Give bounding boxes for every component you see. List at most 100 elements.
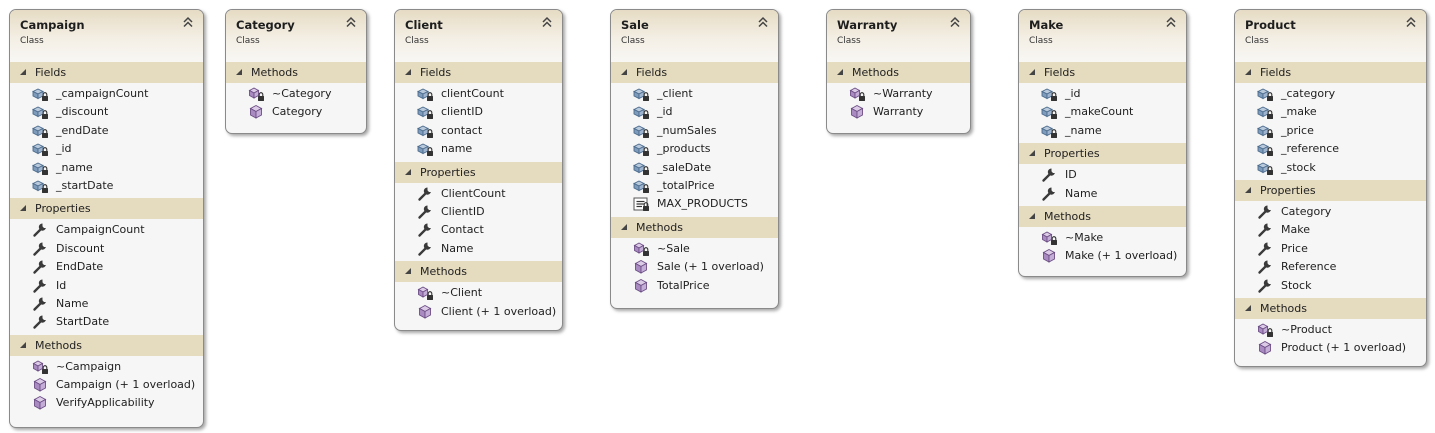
method-item[interactable]: TotalPrice xyxy=(611,277,778,295)
properties-section-header[interactable]: Properties xyxy=(1019,143,1186,165)
property-item[interactable]: Stock xyxy=(1235,277,1426,295)
property-item[interactable]: EndDate xyxy=(10,258,203,276)
field-item[interactable]: _reference xyxy=(1235,140,1426,158)
method-item[interactable]: Category xyxy=(226,103,366,121)
method-item[interactable]: ~Warranty xyxy=(827,85,970,103)
class-make[interactable]: Make Class Fields _id _makeCount _name Pro… xyxy=(1018,9,1187,277)
method-item[interactable]: ~Product xyxy=(1235,321,1426,339)
section-toggle-icon[interactable] xyxy=(20,341,26,348)
fields-section-header[interactable]: Fields xyxy=(611,62,778,83)
collapse-icon[interactable] xyxy=(757,16,769,28)
field-item[interactable]: _name xyxy=(10,159,203,177)
method-item[interactable]: Product (+ 1 overload) xyxy=(1235,339,1426,357)
methods-section-header[interactable]: Methods xyxy=(395,261,562,283)
fields-section-header[interactable]: Fields xyxy=(395,62,562,83)
section-toggle-icon[interactable] xyxy=(236,69,242,75)
field-item[interactable]: _products xyxy=(611,140,778,158)
property-item[interactable]: ID xyxy=(1019,166,1186,184)
method-item[interactable]: ~Sale xyxy=(611,240,778,258)
method-item[interactable]: ~Client xyxy=(395,284,562,302)
field-item[interactable]: _id xyxy=(611,103,778,121)
property-item[interactable]: Make xyxy=(1235,221,1426,239)
field-item[interactable]: _numSales xyxy=(611,122,778,140)
collapse-icon[interactable] xyxy=(182,16,194,28)
class-category[interactable]: Category Class Methods ~Category Category xyxy=(225,9,367,134)
method-item[interactable]: ~Campaign xyxy=(10,358,203,376)
section-toggle-icon[interactable] xyxy=(405,168,411,175)
field-item[interactable]: _name xyxy=(1019,122,1186,140)
collapse-icon[interactable] xyxy=(949,16,961,28)
class-client[interactable]: Client Class Fields clientCount clientID c… xyxy=(394,9,563,331)
methods-section-header[interactable]: Methods xyxy=(611,216,778,238)
collapse-icon[interactable] xyxy=(541,16,553,28)
field-item[interactable]: _make xyxy=(1235,103,1426,121)
methods-section-header[interactable]: Methods xyxy=(1235,297,1426,319)
collapse-icon[interactable] xyxy=(1165,16,1177,28)
methods-section-header[interactable]: Methods xyxy=(827,62,970,83)
property-item[interactable]: Name xyxy=(10,295,203,313)
field-item[interactable]: clientID xyxy=(395,103,562,121)
class-sale[interactable]: Sale Class Fields _client _id _numSales _pr… xyxy=(610,9,779,309)
section-toggle-icon[interactable] xyxy=(1029,69,1035,75)
method-item[interactable]: Make (+ 1 overload) xyxy=(1019,247,1186,265)
class-product[interactable]: Product Class Fields _category _make _pric… xyxy=(1234,9,1427,367)
property-item[interactable]: CampaignCount xyxy=(10,221,203,239)
property-item[interactable]: Name xyxy=(395,240,562,258)
fields-section-header[interactable]: Fields xyxy=(1235,62,1426,83)
collapse-icon[interactable] xyxy=(345,16,357,28)
section-toggle-icon[interactable] xyxy=(621,223,627,230)
field-item[interactable]: _category xyxy=(1235,85,1426,103)
fields-section-header[interactable]: Fields xyxy=(10,62,203,83)
field-item[interactable]: _stock xyxy=(1235,159,1426,177)
field-item[interactable]: _id xyxy=(1019,85,1186,103)
property-item[interactable]: Discount xyxy=(10,240,203,258)
field-item[interactable]: _totalPrice xyxy=(611,177,778,195)
properties-section-header[interactable]: Properties xyxy=(10,198,203,220)
property-item[interactable]: Name xyxy=(1019,185,1186,203)
section-toggle-icon[interactable] xyxy=(621,69,627,75)
property-item[interactable]: Reference xyxy=(1235,258,1426,276)
section-toggle-icon[interactable] xyxy=(20,69,26,75)
methods-section-header[interactable]: Methods xyxy=(10,334,203,356)
property-item[interactable]: ClientCount xyxy=(395,185,562,203)
methods-section-header[interactable]: Methods xyxy=(226,62,366,83)
property-item[interactable]: Id xyxy=(10,277,203,295)
properties-section-header[interactable]: Properties xyxy=(395,161,562,183)
class-campaign[interactable]: Campaign Class Fields _campaignCount _dis… xyxy=(9,9,204,428)
field-item[interactable]: name xyxy=(395,140,562,158)
field-item[interactable]: _makeCount xyxy=(1019,103,1186,121)
section-toggle-icon[interactable] xyxy=(837,69,843,75)
method-item[interactable]: VerifyApplicability xyxy=(10,394,203,412)
section-toggle-icon[interactable] xyxy=(1245,69,1251,75)
field-item[interactable]: _campaignCount xyxy=(10,85,203,103)
property-item[interactable]: ClientID xyxy=(395,203,562,221)
field-item[interactable]: MAX_PRODUCTS xyxy=(611,195,778,213)
property-item[interactable]: Contact xyxy=(395,221,562,239)
methods-section-header[interactable]: Methods xyxy=(1019,205,1186,227)
collapse-icon[interactable] xyxy=(1405,16,1417,28)
section-toggle-icon[interactable] xyxy=(1245,304,1251,311)
field-item[interactable]: contact xyxy=(395,122,562,140)
property-item[interactable]: StartDate xyxy=(10,313,203,331)
field-item[interactable]: clientCount xyxy=(395,85,562,103)
field-item[interactable]: _price xyxy=(1235,122,1426,140)
method-item[interactable]: Client (+ 1 overload) xyxy=(395,303,562,321)
section-toggle-icon[interactable] xyxy=(1245,186,1251,193)
section-toggle-icon[interactable] xyxy=(405,268,411,275)
section-toggle-icon[interactable] xyxy=(1029,212,1035,219)
property-item[interactable]: Category xyxy=(1235,203,1426,221)
method-item[interactable]: ~Make xyxy=(1019,229,1186,247)
field-item[interactable]: _endDate xyxy=(10,122,203,140)
section-toggle-icon[interactable] xyxy=(1029,150,1035,157)
field-item[interactable]: _id xyxy=(10,140,203,158)
method-item[interactable]: Warranty xyxy=(827,103,970,121)
field-item[interactable]: _client xyxy=(611,85,778,103)
class-warranty[interactable]: Warranty Class Methods ~Warranty Warranty xyxy=(826,9,971,134)
fields-section-header[interactable]: Fields xyxy=(1019,62,1186,83)
property-item[interactable]: Price xyxy=(1235,240,1426,258)
section-toggle-icon[interactable] xyxy=(405,69,411,75)
properties-section-header[interactable]: Properties xyxy=(1235,179,1426,201)
method-item[interactable]: ~Category xyxy=(226,85,366,103)
section-toggle-icon[interactable] xyxy=(20,205,26,212)
field-item[interactable]: _saleDate xyxy=(611,159,778,177)
